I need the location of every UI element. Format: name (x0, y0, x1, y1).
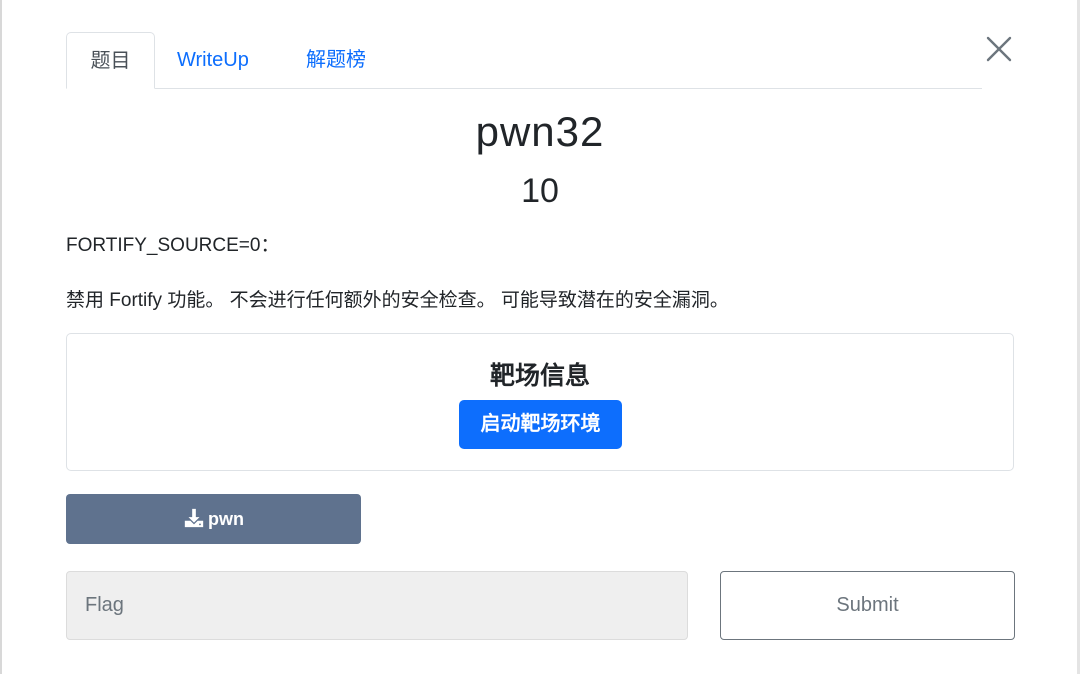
challenge-modal: 题目 WriteUp 解题榜 pwn32 10 FORTIFY_SOURCE=0… (0, 0, 1080, 674)
tab-challenge[interactable]: 题目 (66, 32, 155, 89)
tab-solves[interactable]: 解题榜 (306, 32, 366, 87)
close-button[interactable] (984, 34, 1014, 64)
target-info-card: 靶场信息 启动靶场环境 (66, 333, 1014, 471)
download-file-label: pwn (208, 508, 244, 529)
description-line: FORTIFY_SOURCE=0： (66, 235, 280, 256)
challenge-tabs: 题目 WriteUp 解题榜 (66, 32, 982, 89)
challenge-points: 10 (521, 172, 559, 210)
challenge-name: pwn32 (475, 108, 605, 155)
tab-writeup[interactable]: WriteUp (177, 32, 249, 87)
close-icon (986, 36, 1012, 62)
backdrop-edge-left (0, 0, 2, 674)
description-line: 禁用 Fortify 功能。 不会进行任何额外的安全检查。 可能导致潜在的安全漏… (66, 290, 729, 311)
download-icon (184, 508, 204, 527)
target-info-title: 靶场信息 (489, 362, 590, 390)
submit-button[interactable]: Submit (720, 571, 1015, 640)
start-environment-button[interactable]: 启动靶场环境 (459, 400, 622, 449)
flag-input[interactable] (66, 571, 688, 640)
download-file-button[interactable]: pwn (66, 494, 361, 544)
